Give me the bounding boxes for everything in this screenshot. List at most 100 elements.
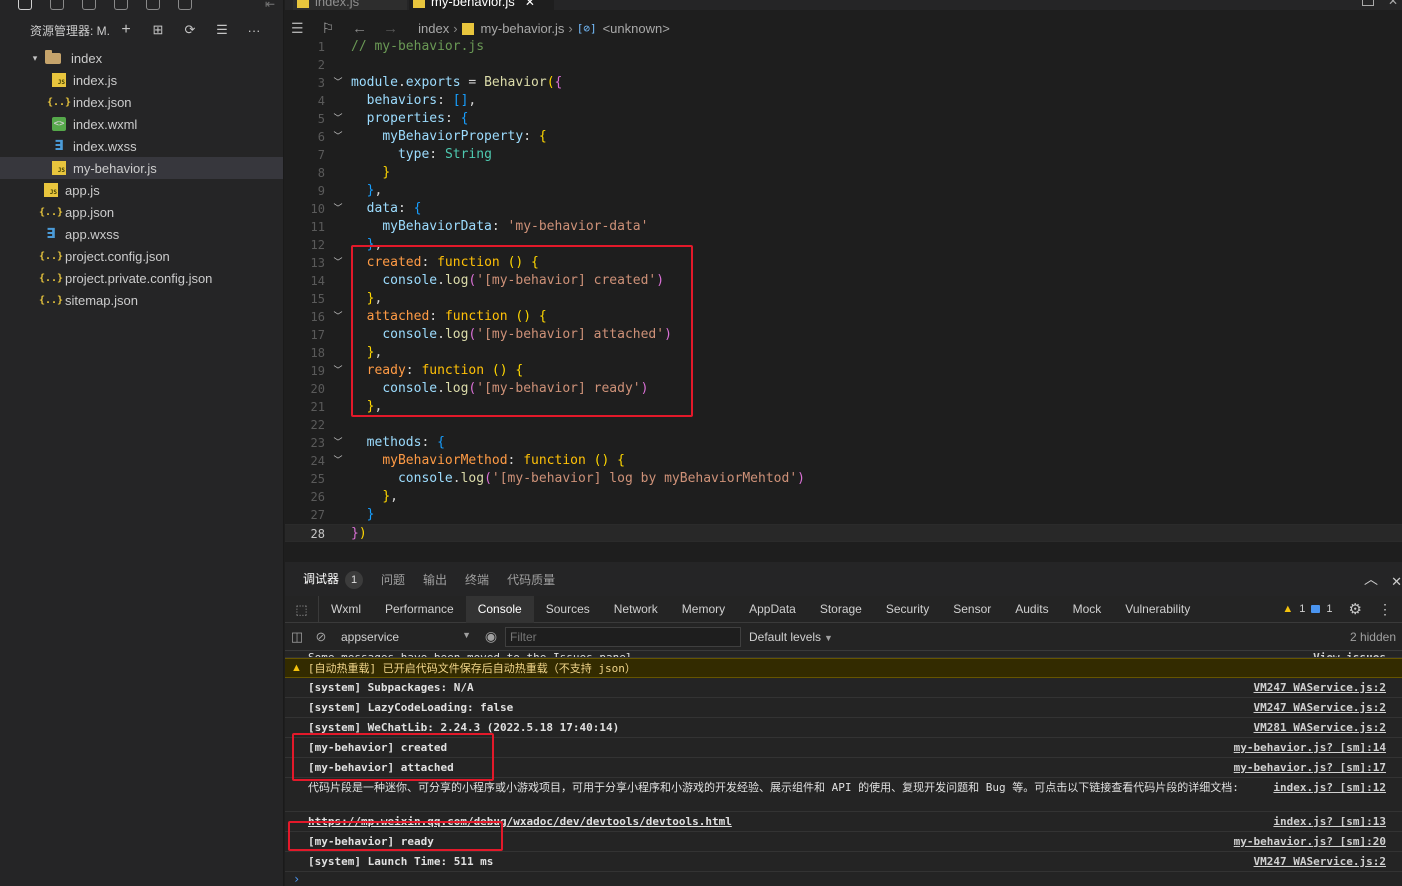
tree-file[interactable]: {..} sitemap.json bbox=[0, 289, 283, 311]
code-line[interactable]: 23 ﹀ methods: { bbox=[285, 434, 1402, 452]
source-link[interactable]: VM247 WAService.js:2 bbox=[1254, 681, 1386, 694]
code-line[interactable]: 19 ﹀ ready: function () { bbox=[285, 362, 1402, 380]
code-line[interactable]: 24 ﹀ myBehaviorMethod: function () { bbox=[285, 452, 1402, 470]
code-line[interactable]: 5 ﹀ properties: { bbox=[285, 110, 1402, 128]
code-line[interactable]: 17 console.log('[my-behavior] attached') bbox=[285, 326, 1402, 344]
source-link[interactable]: my-behavior.js? [sm]:17 bbox=[1234, 761, 1386, 774]
sidebar-toggle-icon[interactable]: ◫ bbox=[285, 629, 309, 645]
clear-console-icon[interactable]: ⊘ bbox=[309, 629, 333, 645]
fold-chevron-icon[interactable]: ﹀ bbox=[325, 128, 351, 146]
fold-chevron-icon[interactable]: ﹀ bbox=[325, 74, 351, 92]
breadcrumb-folder[interactable]: index bbox=[418, 21, 449, 36]
code-line[interactable]: 25 console.log('[my-behavior] log by myB… bbox=[285, 470, 1402, 488]
close-icon[interactable]: ✕ bbox=[525, 0, 535, 9]
new-folder-icon[interactable]: ⊞ bbox=[142, 22, 174, 38]
tree-file[interactable]: JS my-behavior.js bbox=[0, 157, 283, 179]
info-count[interactable]: 1 bbox=[1326, 603, 1332, 615]
console-message-text[interactable]: https://mp.weixin.qq.com/debug/wxadoc/de… bbox=[308, 815, 1273, 828]
tree-file[interactable]: {..} app.json bbox=[0, 201, 283, 223]
more-actions-icon[interactable]: ··· bbox=[238, 23, 270, 38]
source-link[interactable]: index.js? [sm]:13 bbox=[1273, 815, 1386, 828]
devtools-tab-storage[interactable]: Storage bbox=[808, 596, 874, 623]
fold-chevron-icon[interactable]: ﹀ bbox=[325, 200, 351, 218]
devtools-tab-vulnerability[interactable]: Vulnerability bbox=[1113, 596, 1202, 623]
source-control-icon[interactable] bbox=[82, 0, 96, 10]
tab-terminal[interactable]: 终端 bbox=[465, 571, 489, 588]
log-levels-select[interactable]: Default levels ▼ bbox=[749, 630, 833, 644]
devtools-tab-appdata[interactable]: AppData bbox=[737, 596, 808, 623]
more-options-icon[interactable]: ⋮ bbox=[1378, 601, 1392, 618]
forward-arrow-icon[interactable]: → bbox=[383, 20, 398, 37]
warning-count[interactable]: 1 bbox=[1299, 603, 1305, 615]
tab-my-behavior-js[interactable]: my-behavior.js ✕ bbox=[409, 0, 554, 10]
tree-file[interactable]: ∃ app.wxss bbox=[0, 223, 283, 245]
code-line[interactable]: 13 ﹀ created: function () { bbox=[285, 254, 1402, 272]
fold-chevron-icon[interactable]: ﹀ bbox=[325, 452, 351, 470]
close-icon[interactable]: ✕ bbox=[1391, 574, 1402, 590]
devtools-tab-console[interactable]: Console bbox=[465, 595, 534, 623]
code-line[interactable]: 22 bbox=[285, 416, 1402, 434]
source-link[interactable]: VM247 WAService.js:2 bbox=[1254, 855, 1386, 868]
breadcrumb-file[interactable]: my-behavior.js bbox=[481, 21, 565, 36]
chevron-down-icon[interactable]: ▾ bbox=[28, 53, 42, 64]
devtools-tab-security[interactable]: Security bbox=[874, 596, 941, 623]
eye-icon[interactable]: ◉ bbox=[477, 628, 505, 645]
fold-chevron-icon[interactable]: ﹀ bbox=[325, 434, 351, 452]
code-line[interactable]: 1 // my-behavior.js bbox=[285, 38, 1402, 56]
devtools-tab-sensor[interactable]: Sensor bbox=[941, 596, 1003, 623]
devtools-tab-sources[interactable]: Sources bbox=[534, 596, 602, 623]
chevron-up-icon[interactable]: ︿ bbox=[1364, 569, 1378, 589]
source-link[interactable]: VM247 WAService.js:2 bbox=[1254, 701, 1386, 714]
code-line[interactable]: 26 }, bbox=[285, 488, 1402, 506]
code-line[interactable]: 21 }, bbox=[285, 398, 1402, 416]
code-line[interactable]: 14 console.log('[my-behavior] created') bbox=[285, 272, 1402, 290]
code-line[interactable]: 11 myBehaviorData: 'my-behavior-data' bbox=[285, 218, 1402, 236]
tab-debugger[interactable]: 调试器 1 bbox=[303, 570, 364, 589]
code-line[interactable]: 6 ﹀ myBehaviorProperty: { bbox=[285, 128, 1402, 146]
collapse-all-icon[interactable]: ☰ bbox=[206, 22, 238, 38]
explorer-icon[interactable] bbox=[18, 0, 32, 10]
fold-chevron-icon[interactable]: ﹀ bbox=[325, 254, 351, 272]
code-area[interactable]: 1// my-behavior.js 2 3 ﹀ module.exports = Be… bbox=[285, 38, 1402, 542]
refresh-icon[interactable]: ⟳ bbox=[174, 22, 206, 38]
source-link[interactable]: VM281 WAService.js:2 bbox=[1254, 721, 1386, 734]
debug-icon[interactable] bbox=[146, 0, 160, 10]
filter-input[interactable] bbox=[505, 626, 741, 647]
devtools-tab-memory[interactable]: Memory bbox=[670, 596, 737, 623]
tab-output[interactable]: 输出 bbox=[423, 571, 447, 588]
tab-index-js[interactable]: index.js bbox=[293, 0, 407, 10]
source-link[interactable]: index.js? [sm]:12 bbox=[1273, 781, 1386, 794]
fold-chevron-icon[interactable]: ﹀ bbox=[325, 308, 351, 326]
tree-file[interactable]: JS index.js bbox=[0, 69, 283, 91]
tree-file[interactable]: ∃ index.wxss bbox=[0, 135, 283, 157]
search-icon[interactable] bbox=[50, 0, 64, 10]
devtools-tab-audits[interactable]: Audits bbox=[1003, 596, 1060, 623]
tree-file[interactable]: {..} project.private.config.json bbox=[0, 267, 283, 289]
code-line[interactable]: 4 behaviors: [], bbox=[285, 92, 1402, 110]
tree-file[interactable]: {..} index.json bbox=[0, 91, 283, 113]
breadcrumb-symbol[interactable]: <unknown> bbox=[603, 21, 670, 36]
source-link[interactable]: my-behavior.js? [sm]:14 bbox=[1234, 741, 1386, 754]
gear-icon[interactable]: ⚙ bbox=[1349, 600, 1362, 618]
code-line[interactable]: 18 }, bbox=[285, 344, 1402, 362]
split-editor-icon[interactable] bbox=[1362, 0, 1374, 6]
code-line[interactable]: 9 }, bbox=[285, 182, 1402, 200]
devtools-tab-performance[interactable]: Performance bbox=[373, 596, 466, 623]
code-line[interactable]: 2 bbox=[285, 56, 1402, 74]
code-line[interactable]: 15 }, bbox=[285, 290, 1402, 308]
tree-file[interactable]: <> index.wxml bbox=[0, 113, 283, 135]
new-file-icon[interactable]: + bbox=[110, 21, 142, 39]
fold-chevron-icon[interactable]: ﹀ bbox=[325, 110, 351, 128]
devtools-tab-network[interactable]: Network bbox=[602, 596, 670, 623]
outline-list-icon[interactable]: ☰ bbox=[291, 20, 304, 37]
devtools-tab-wxml[interactable]: Wxml bbox=[319, 596, 373, 623]
devtools-tab-mock[interactable]: Mock bbox=[1061, 596, 1114, 623]
tree-file[interactable]: {..} project.config.json bbox=[0, 245, 283, 267]
tree-folder[interactable]: ▾ index bbox=[0, 47, 283, 69]
code-line[interactable]: 7 type: String bbox=[285, 146, 1402, 164]
close-editor-icon[interactable]: ✕ bbox=[1388, 0, 1398, 8]
code-line[interactable]: 28}) bbox=[285, 524, 1402, 542]
code-line[interactable]: 16 ﹀ attached: function () { bbox=[285, 308, 1402, 326]
collapse-sidebar-icon[interactable]: ⇤ bbox=[265, 0, 275, 10]
code-line[interactable]: 3 ﹀ module.exports = Behavior({ bbox=[285, 74, 1402, 92]
